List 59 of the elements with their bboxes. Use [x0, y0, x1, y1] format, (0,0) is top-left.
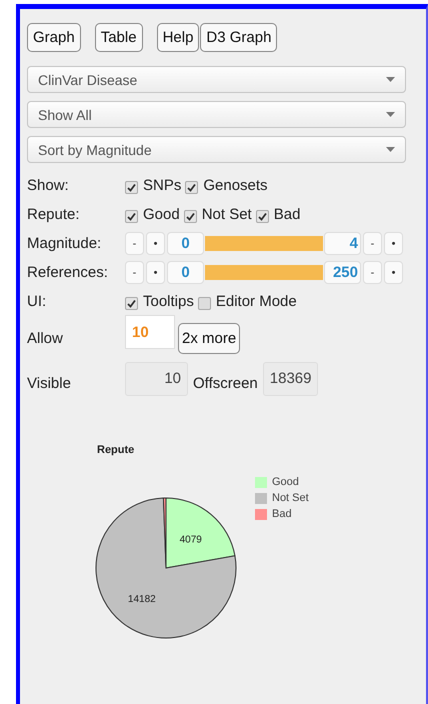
caret-icon — [386, 112, 395, 117]
legend-swatch — [255, 476, 267, 488]
offscreen-count: 18369 — [262, 362, 318, 396]
more-button[interactable]: 2x more — [178, 322, 240, 354]
filter-label: References: — [27, 264, 109, 281]
checkbox[interactable] — [125, 181, 138, 194]
filter-label: Repute: — [27, 206, 81, 223]
slice-label: 4079 — [180, 534, 202, 546]
checkbox[interactable] — [125, 210, 138, 223]
legend-label: Good — [272, 476, 299, 488]
checkbox-label: SNPs — [143, 177, 182, 194]
view-button[interactable]: Table — [94, 23, 143, 52]
checkbox-label: Editor Mode — [216, 293, 297, 310]
chart-title: Repute — [97, 444, 136, 456]
checkbox[interactable] — [185, 181, 198, 194]
slice-label: 14182 — [128, 594, 156, 605]
caret-icon — [386, 77, 395, 82]
allow-label: Allow — [27, 330, 64, 346]
range-high-value: 250 — [324, 261, 361, 284]
step-button[interactable]: - — [125, 261, 144, 284]
checkbox-label: Bad — [274, 206, 300, 223]
dropdown[interactable]: Show All — [27, 101, 406, 128]
step-button[interactable]: • — [384, 232, 403, 255]
checkbox[interactable] — [184, 210, 197, 223]
step-button[interactable]: - — [363, 261, 382, 284]
step-button[interactable]: • — [384, 261, 403, 284]
checkbox-label: Good — [143, 206, 180, 223]
dropdown-value: Show All — [38, 106, 92, 122]
view-button[interactable]: Help — [156, 23, 200, 52]
legend-swatch — [255, 508, 267, 520]
legend-label: Bad — [272, 508, 292, 520]
filter-label: Magnitude: — [27, 235, 102, 252]
view-button[interactable]: D3 Graph — [200, 23, 278, 52]
dropdown-value: ClinVar Disease — [38, 72, 138, 88]
checkbox-label: Genosets — [203, 177, 268, 194]
checkbox-label: Not Set — [202, 206, 252, 223]
step-button[interactable]: - — [363, 232, 382, 255]
dropdown-value: Sort by Magnitude — [38, 142, 152, 158]
dropdown[interactable]: ClinVar Disease — [27, 66, 406, 93]
step-button[interactable]: - — [125, 232, 144, 255]
range-low-value: 0 — [167, 261, 204, 284]
visible-label: Visible — [27, 374, 72, 392]
step-button[interactable]: • — [146, 261, 165, 284]
filter-label: Show: — [27, 177, 70, 194]
step-button[interactable]: • — [146, 232, 165, 255]
range-high-value: 4 — [324, 232, 361, 255]
offscreen-label: Offscreen — [193, 374, 258, 392]
caret-icon — [386, 147, 395, 152]
checkbox[interactable] — [198, 297, 211, 310]
legend-label: Not Set — [272, 492, 309, 504]
checkbox[interactable] — [125, 297, 138, 310]
range-low-value: 0 — [167, 232, 204, 255]
dropdown[interactable]: Sort by Magnitude — [27, 136, 406, 163]
checkbox-label: Tooltips — [143, 293, 194, 310]
view-button[interactable]: Graph — [27, 23, 81, 52]
visible-count: 10 — [125, 362, 188, 396]
filter-label: UI: — [27, 293, 48, 310]
legend-swatch — [255, 492, 267, 504]
checkbox[interactable] — [256, 210, 269, 223]
